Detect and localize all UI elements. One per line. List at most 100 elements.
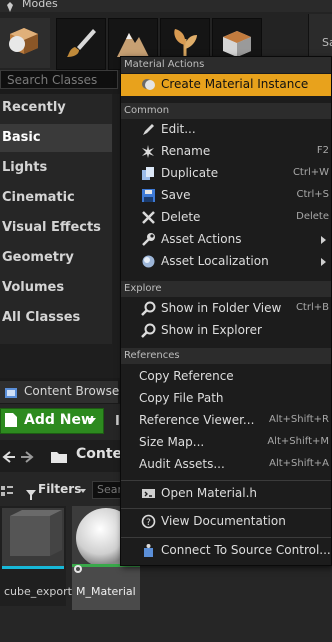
menu-separator: [121, 537, 331, 538]
place-mode-icon: [9, 28, 38, 54]
audit-assets-item[interactable]: Audit Assets... Alt+Shift+A: [121, 454, 331, 476]
material-instance-icon: [141, 77, 156, 92]
rename-item[interactable]: Rename F2: [121, 141, 331, 163]
right-panel-tab[interactable]: Sa: [308, 14, 332, 58]
section-material-actions: Material Actions: [121, 57, 331, 73]
menu-separator: [121, 508, 331, 509]
modes-panel-footer: [0, 344, 120, 378]
rename-icon: [141, 144, 156, 159]
section-explore: Explore: [121, 281, 331, 297]
shortcut-label: Alt+Shift+R: [269, 414, 329, 425]
wrench-icon: [141, 232, 156, 247]
asset-localization-item[interactable]: Asset Localization: [121, 251, 331, 273]
menu-item-label: Edit...: [161, 122, 196, 136]
sources-toggle-icon[interactable]: [0, 484, 14, 498]
asset-name: M_Material: [76, 585, 136, 598]
content-browser-icon: [4, 385, 18, 399]
open-source-file-item[interactable]: Open Material.h: [121, 483, 331, 505]
source-control-icon: [141, 543, 156, 558]
menu-item-label: Size Map...: [139, 435, 205, 449]
create-material-instance-item[interactable]: Create Material Instance: [121, 74, 331, 96]
menu-item-label: Save: [161, 188, 191, 202]
delete-item[interactable]: Delete Delete: [121, 207, 331, 229]
menu-item-label: Copy File Path: [139, 391, 224, 405]
menu-item-label: Rename: [161, 144, 211, 158]
menu-item-label: Open Material.h: [161, 486, 258, 500]
magnifier-icon: [141, 301, 156, 316]
asset-actions-item[interactable]: Asset Actions: [121, 229, 331, 251]
filter-icon: [26, 485, 36, 500]
add-new-label: Add New: [24, 412, 94, 428]
help-icon: ?: [141, 514, 156, 529]
menu-item-label: Audit Assets...: [139, 457, 225, 471]
shortcut-label: Ctrl+W: [292, 167, 329, 178]
menu-item-label: Show in Explorer: [161, 323, 262, 337]
section-references: References: [121, 348, 331, 364]
connect-source-control-item[interactable]: Connect To Source Control...: [121, 540, 331, 562]
place-mode-button[interactable]: [0, 18, 50, 68]
menu-item-label: View Documentation: [161, 514, 286, 528]
menu-item-label: Create Material Instance: [161, 77, 309, 91]
copy-file-path-item[interactable]: Copy File Path: [121, 388, 331, 410]
shortcut-label: Delete: [296, 211, 329, 222]
paintbrush-icon: [67, 29, 96, 57]
edit-icon: [141, 122, 156, 137]
category-cinematic[interactable]: Cinematic: [0, 184, 112, 212]
paint-mode-button[interactable]: [56, 18, 106, 70]
menu-item-label: Reference Viewer...: [139, 413, 255, 427]
filters-button[interactable]: Filters: [38, 482, 81, 496]
search-assets-input[interactable]: Sear: [92, 481, 122, 499]
modes-icon: [4, 0, 16, 12]
right-panel-label: Sa: [322, 36, 332, 49]
menu-separator: [121, 480, 331, 481]
new-file-icon: [4, 412, 18, 428]
size-map-item[interactable]: Size Map... Alt+Shift+M: [121, 432, 331, 454]
menu-item-label: Delete: [161, 210, 201, 224]
menu-item-label: Asset Actions: [161, 232, 242, 246]
forward-arrow-icon[interactable]: [20, 449, 34, 463]
show-in-explorer-item[interactable]: Show in Explorer: [121, 320, 331, 342]
shortcut-label: Ctrl+B: [295, 302, 329, 313]
delete-icon: [141, 210, 156, 225]
show-in-folder-view-item[interactable]: Show in Folder View Ctrl+B: [121, 298, 331, 320]
menu-item-label: Copy Reference: [139, 369, 234, 383]
material-badge-icon: [72, 560, 84, 573]
cube-thumbnail: [2, 508, 64, 569]
add-new-dropdown-icon: [88, 418, 96, 423]
category-basic[interactable]: Basic: [0, 124, 112, 152]
copy-reference-item[interactable]: Copy Reference: [121, 366, 331, 388]
menu-item-label: Asset Localization: [161, 254, 269, 268]
content-browser-title: Content Browser: [24, 384, 125, 398]
save-icon: [141, 188, 156, 203]
magnifier-icon: [141, 323, 156, 338]
category-volumes[interactable]: Volumes: [0, 274, 112, 302]
menu-item-label: Show in Folder View: [161, 301, 282, 315]
menu-item-label: Connect To Source Control...: [161, 543, 331, 557]
view-documentation-item[interactable]: ? View Documentation: [121, 511, 331, 533]
search-classes-input[interactable]: Search Classes: [0, 70, 118, 89]
save-item[interactable]: Save Ctrl+S: [121, 185, 331, 207]
category-lights[interactable]: Lights: [0, 154, 112, 182]
globe-icon: [141, 254, 156, 269]
section-common: Common: [121, 103, 331, 119]
submenu-arrow-icon: [321, 258, 326, 266]
category-recently-placed[interactable]: Recently Placed: [0, 94, 112, 143]
category-geometry[interactable]: Geometry: [0, 244, 112, 272]
shortcut-label: Alt+Shift+M: [267, 436, 329, 447]
duplicate-item[interactable]: Duplicate Ctrl+W: [121, 163, 331, 185]
source-code-icon: [141, 486, 156, 501]
back-arrow-icon[interactable]: [2, 449, 16, 463]
category-visual-effects[interactable]: Visual Effects: [0, 214, 112, 242]
edit-item[interactable]: Edit...: [121, 119, 331, 141]
submenu-arrow-icon: [321, 236, 326, 244]
reference-viewer-item[interactable]: Reference Viewer... Alt+Shift+R: [121, 410, 331, 432]
shortcut-label: F2: [316, 145, 329, 156]
folder-icon: [50, 449, 68, 463]
filters-dropdown-icon: [80, 489, 86, 493]
shortcut-label: Alt+Shift+A: [269, 458, 329, 469]
duplicate-icon: [141, 166, 156, 181]
panel-divider: [112, 94, 120, 374]
category-all-classes[interactable]: All Classes: [0, 304, 112, 332]
modes-title: Modes: [22, 0, 58, 10]
menu-item-label: Duplicate: [161, 166, 219, 180]
